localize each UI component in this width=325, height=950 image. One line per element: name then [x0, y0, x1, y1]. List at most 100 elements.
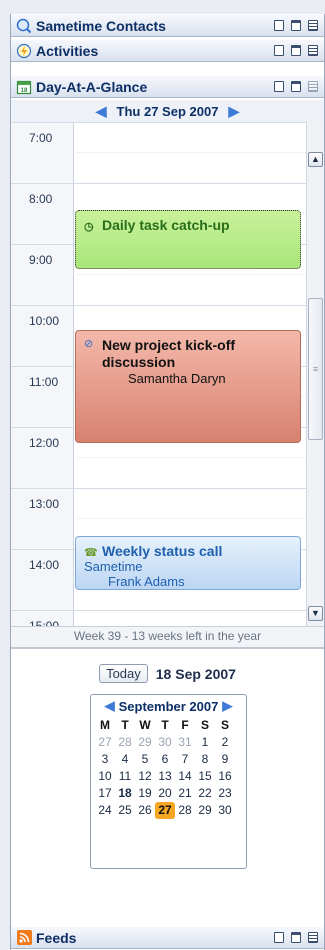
hour-label: 10:00	[29, 314, 60, 328]
panel-menu-icon[interactable]	[274, 81, 284, 92]
meeting-icon: ⊘	[84, 338, 94, 350]
calendar-day[interactable]: 12	[135, 768, 155, 785]
panel-collapse-icon[interactable]	[308, 932, 318, 943]
half-hour-line	[73, 152, 306, 153]
calendar-day[interactable]: 31	[175, 734, 195, 751]
event-attendee: Frank Adams	[108, 574, 185, 589]
calendar-day[interactable]: 27	[155, 802, 175, 819]
weekday-label: T	[161, 718, 169, 732]
calendar-day[interactable]: 29	[195, 802, 215, 819]
calendar-day[interactable]: 3	[95, 751, 115, 768]
activities-icon	[15, 43, 33, 59]
next-month-icon[interactable]: ▶	[222, 698, 232, 714]
calendar-day[interactable]: 23	[215, 785, 235, 802]
calendar-day[interactable]: 22	[195, 785, 215, 802]
event-attendee: Samantha Daryn	[128, 371, 226, 386]
calendar-day[interactable]: 18	[115, 785, 135, 802]
svg-text:18: 18	[21, 88, 28, 94]
weekday-label: T	[121, 718, 129, 732]
current-date: Thu 27 Sep 2007	[116, 103, 219, 119]
next-day-icon[interactable]: ▶	[228, 103, 239, 120]
mini-calendar: ◀ September 2007 ▶ M T W T F S S 27 28 29 30 31 1 2 3 4…	[90, 694, 247, 869]
weekday-label: W	[139, 718, 151, 732]
scroll-down-icon[interactable]: ▼	[308, 606, 323, 621]
event-location: Sametime	[84, 559, 143, 574]
calendar-day[interactable]: 8	[195, 751, 215, 768]
calendar-day[interactable]: 9	[215, 751, 235, 768]
today-date: 18 Sep 2007	[155, 665, 236, 682]
day-at-a-glance-header[interactable]: 18 Day-At-A-Glance	[11, 75, 324, 98]
calendar-day[interactable]: 5	[135, 751, 155, 768]
panel-collapse-icon[interactable]	[308, 45, 318, 56]
week-info: Week 39 - 13 weeks left in the year	[11, 626, 324, 649]
panel-detach-icon[interactable]	[291, 45, 301, 56]
calendar-day[interactable]: 11	[115, 768, 135, 785]
calendar-day[interactable]: 10	[95, 768, 115, 785]
day-schedule: 7:00 8:00 9:00 10:00 11:00 12:00 13:00 14:00 15:…	[11, 122, 324, 626]
event-weekly-status[interactable]: ☎ Weekly status call Sametime Frank Adams	[75, 536, 301, 590]
scroll-thumb[interactable]: ≡	[308, 298, 323, 440]
weekday-label: S	[200, 718, 209, 732]
today-button[interactable]: Today	[99, 664, 148, 683]
calendar-day[interactable]: 30	[155, 734, 175, 751]
weekday-label: F	[181, 718, 189, 732]
call-icon: ☎	[84, 547, 98, 559]
calendar-day[interactable]: 6	[155, 751, 175, 768]
calendar-day[interactable]: 4	[115, 751, 135, 768]
half-hour-line	[73, 457, 306, 458]
calendar-day[interactable]: 26	[135, 802, 155, 819]
calendar-day[interactable]: 20	[155, 785, 175, 802]
calendar-day[interactable]: 1	[195, 734, 215, 751]
weekday-label: S	[220, 718, 229, 732]
half-hour-line	[73, 518, 306, 519]
calendar-day[interactable]: 15	[195, 768, 215, 785]
calendar-day[interactable]: 7	[175, 751, 195, 768]
event-project-kickoff[interactable]: ⊘ New project kick-off discussion Samant…	[75, 330, 301, 443]
panel-collapse-icon[interactable]	[308, 20, 318, 31]
panel-detach-icon[interactable]	[291, 20, 301, 31]
panel-title: Day-At-A-Glance	[36, 78, 148, 95]
calendar-day[interactable]: 19	[135, 785, 155, 802]
hour-label: 15:00	[29, 619, 60, 626]
calendar-icon: 18	[15, 79, 33, 95]
calendar-day[interactable]: 13	[155, 768, 175, 785]
calendar-day[interactable]: 2	[215, 734, 235, 751]
previous-month-icon[interactable]: ◀	[105, 698, 115, 714]
feeds-header[interactable]: Feeds	[11, 926, 324, 949]
calendar-day[interactable]: 16	[215, 768, 235, 785]
panel-detach-icon[interactable]	[291, 932, 301, 943]
calendar-day[interactable]: 29	[135, 734, 155, 751]
calendar-day[interactable]: 25	[115, 802, 135, 819]
calendar-day[interactable]: 17	[95, 785, 115, 802]
clock-icon: ◷	[84, 221, 94, 233]
panel-title: Sametime Contacts	[36, 17, 166, 34]
event-daily-task[interactable]: ◷ Daily task catch-up	[75, 210, 301, 269]
sametime-contacts-header[interactable]: Sametime Contacts	[11, 14, 324, 37]
scroll-up-icon[interactable]: ▲	[308, 152, 323, 167]
panel-collapse-icon[interactable]	[308, 81, 318, 92]
panel-detach-icon[interactable]	[291, 81, 301, 92]
calendar-grid: M T W T F S S 27 28 29 30 31 1 2 3 4 5 6 7 8 9 10 11 12 13 14 15 16…	[91, 717, 246, 819]
calendar-day[interactable]: 27	[95, 734, 115, 751]
calendar-day[interactable]: 28	[115, 734, 135, 751]
calendar-day[interactable]: 21	[175, 785, 195, 802]
month-title: September 2007	[118, 698, 219, 714]
calendar-day[interactable]: 24	[95, 802, 115, 819]
today-row: Today 18 Sep 2007	[11, 664, 324, 683]
hour-label: 13:00	[29, 497, 60, 511]
calendar-day[interactable]: 30	[215, 802, 235, 819]
panel-menu-icon[interactable]	[274, 932, 284, 943]
date-navigator: ◀ Thu 27 Sep 2007 ▶	[11, 100, 324, 123]
hour-slot[interactable]: 15:00	[11, 610, 306, 626]
rss-icon	[15, 930, 33, 946]
weekday-label: M	[100, 718, 110, 732]
activities-header[interactable]: Activities	[11, 39, 324, 62]
schedule-scrollbar[interactable]: ▲ ≡ ▼	[306, 122, 324, 626]
panel-title: Feeds	[36, 929, 77, 946]
calendar-day[interactable]: 28	[175, 802, 195, 819]
panel-menu-icon[interactable]	[274, 45, 284, 56]
calendar-day[interactable]: 14	[175, 768, 195, 785]
previous-day-icon[interactable]: ◀	[96, 103, 107, 120]
sidebar-panel: Sametime Contacts Activities 18 Day-At-A…	[10, 14, 325, 950]
panel-menu-icon[interactable]	[274, 20, 284, 31]
